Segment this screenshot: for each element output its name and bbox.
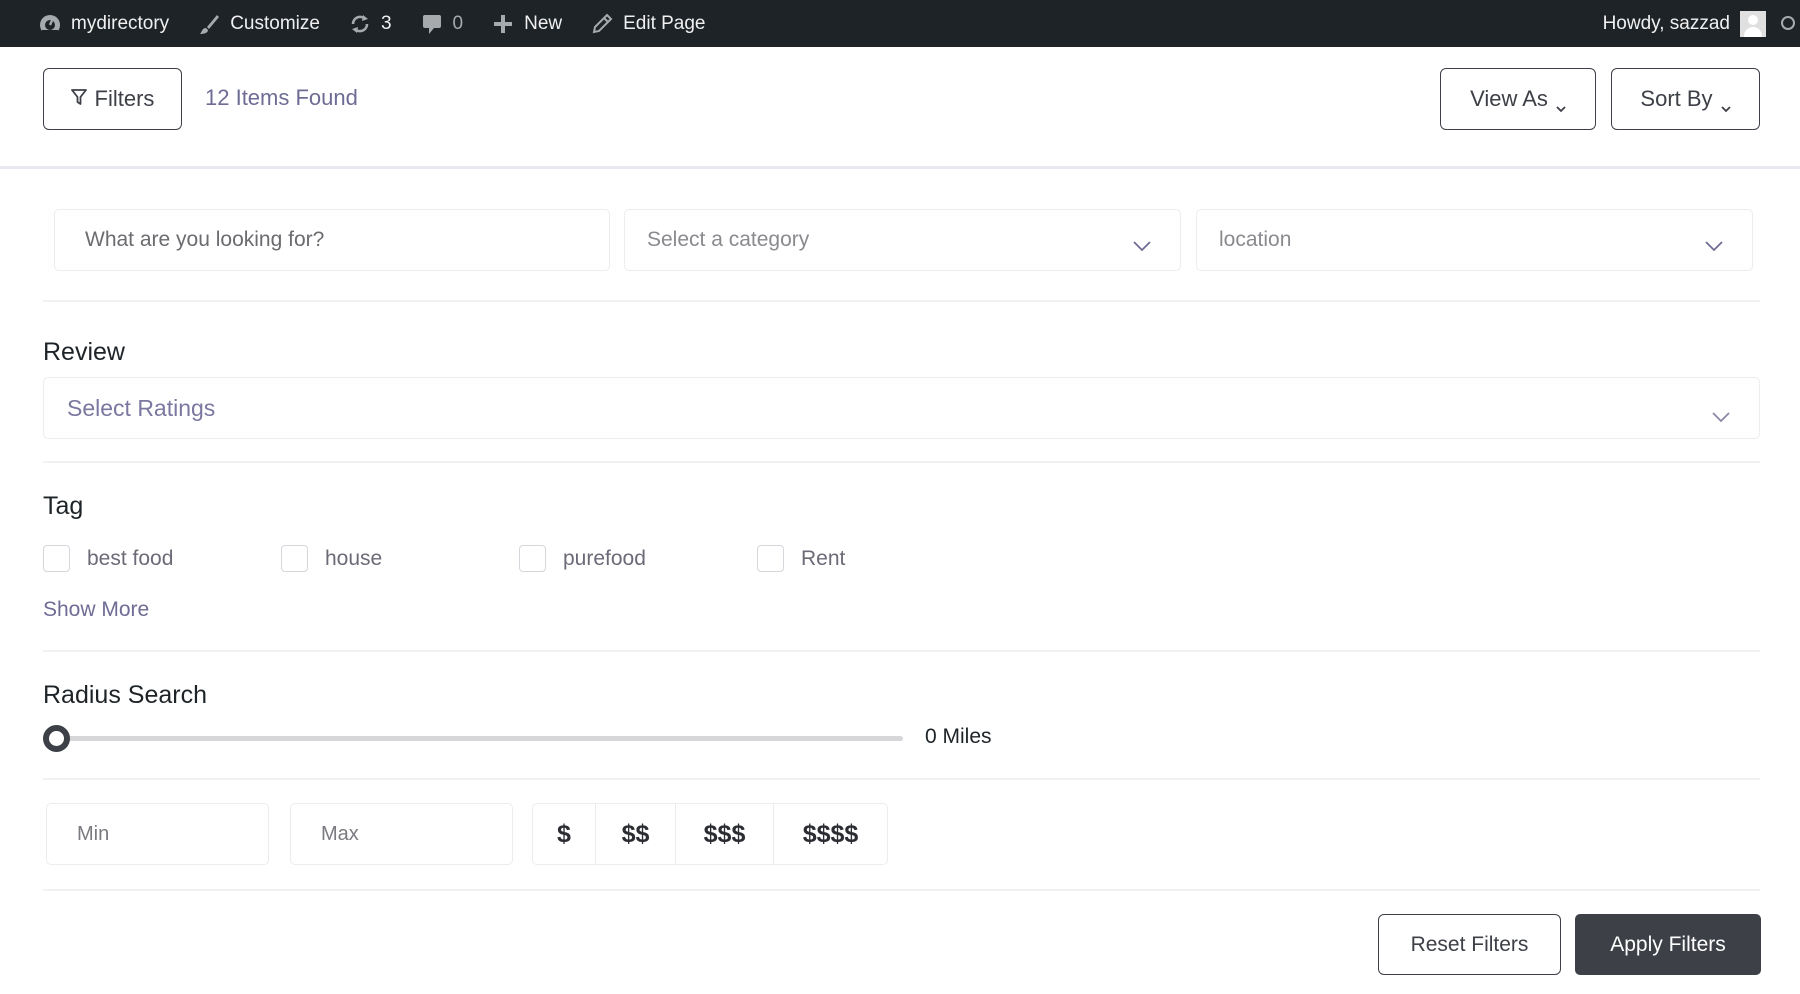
tag-label: best food	[87, 546, 174, 570]
location-select[interactable]: location	[1196, 209, 1753, 271]
checkbox[interactable]	[757, 545, 784, 572]
brush-icon	[197, 12, 221, 36]
greeting: Howdy, sazzad	[1602, 12, 1730, 34]
divider	[43, 778, 1760, 780]
reset-filters-button[interactable]: Reset Filters	[1378, 914, 1561, 975]
checkbox[interactable]	[281, 545, 308, 572]
admin-bar: mydirectory Customize 3 0 New Edit Page …	[0, 0, 1800, 47]
results-header: Filters 12 Items Found View As Sort By	[0, 47, 1800, 169]
comments-link[interactable]: 0	[406, 0, 478, 47]
filters-label: Filters	[94, 86, 155, 111]
filters-button[interactable]: Filters	[43, 68, 182, 130]
radius-value: 0 Miles	[925, 725, 992, 748]
price-option-1[interactable]: $	[533, 804, 596, 864]
checkbox[interactable]	[43, 545, 70, 572]
price-range-group: $ $$ $$$ $$$$	[532, 803, 888, 865]
account-menu[interactable]: Howdy, sazzad	[1603, 0, 1800, 47]
location-placeholder: location	[1219, 228, 1292, 251]
new-label: New	[524, 12, 563, 34]
min-price-input[interactable]	[47, 804, 268, 864]
keyword-search-field[interactable]	[54, 209, 610, 271]
tag-checkbox-best-food[interactable]: best food	[43, 545, 173, 572]
divider	[43, 461, 1760, 463]
chevron-down-icon	[1711, 402, 1731, 423]
min-price-field[interactable]	[46, 803, 269, 865]
site-name-link[interactable]: mydirectory	[0, 0, 183, 47]
category-placeholder: Select a category	[647, 228, 810, 251]
tag-label: Rent	[801, 546, 846, 570]
comments-count: 0	[452, 12, 464, 34]
divider	[43, 650, 1760, 652]
tag-checkbox-house[interactable]: house	[281, 545, 382, 572]
updates-count: 3	[380, 12, 392, 34]
chevron-down-icon	[1704, 234, 1724, 252]
checkbox[interactable]	[519, 545, 546, 572]
slider-track	[53, 736, 903, 741]
divider	[43, 889, 1760, 891]
edit-page-link[interactable]: Edit Page	[576, 0, 719, 47]
tag-checkbox-rent[interactable]: Rent	[757, 545, 845, 572]
radius-search-title: Radius Search	[43, 681, 207, 709]
keyword-search-input[interactable]	[55, 210, 609, 270]
chevron-down-icon	[1132, 234, 1152, 252]
chevron-down-icon	[1556, 94, 1566, 113]
slider-handle[interactable]	[43, 725, 70, 752]
tag-title: Tag	[43, 492, 84, 520]
chevron-down-icon	[1720, 94, 1731, 113]
view-as-label: View As	[1470, 86, 1548, 111]
site-name: mydirectory	[71, 12, 170, 34]
review-title: Review	[43, 338, 125, 366]
new-content-link[interactable]: New	[477, 0, 576, 47]
updates-link[interactable]: 3	[334, 0, 406, 47]
sort-by-button[interactable]: Sort By	[1611, 68, 1760, 130]
apply-filters-button[interactable]: Apply Filters	[1575, 914, 1761, 975]
customize-label: Customize	[230, 12, 320, 34]
dashboard-icon	[38, 12, 62, 36]
radius-slider[interactable]	[43, 724, 903, 752]
category-select[interactable]: Select a category	[624, 209, 1181, 271]
max-price-field[interactable]	[290, 803, 513, 865]
edit-page-label: Edit Page	[623, 12, 706, 34]
max-price-input[interactable]	[291, 804, 512, 864]
tag-label: purefood	[563, 546, 646, 570]
avatar	[1740, 10, 1766, 37]
items-found-count: 12 Items Found	[205, 85, 358, 110]
ratings-placeholder: Select Ratings	[67, 394, 216, 421]
show-more-link[interactable]: Show More	[43, 598, 149, 622]
price-option-3[interactable]: $$$	[676, 804, 774, 864]
comment-icon	[420, 12, 444, 36]
tag-label: house	[325, 546, 383, 570]
customize-link[interactable]: Customize	[183, 0, 334, 47]
divider	[43, 300, 1760, 302]
view-as-button[interactable]: View As	[1440, 68, 1596, 130]
price-option-2[interactable]: $$	[596, 804, 676, 864]
search-icon[interactable]	[1780, 0, 1800, 47]
updates-icon	[348, 12, 372, 36]
sort-by-label: Sort By	[1640, 86, 1713, 111]
price-option-4[interactable]: $$$$	[774, 804, 887, 864]
ratings-select[interactable]: Select Ratings	[43, 377, 1760, 439]
tag-checkbox-purefood[interactable]: purefood	[519, 545, 646, 572]
filter-icon	[70, 86, 87, 112]
plus-icon	[491, 12, 515, 36]
pencil-icon	[590, 12, 614, 36]
